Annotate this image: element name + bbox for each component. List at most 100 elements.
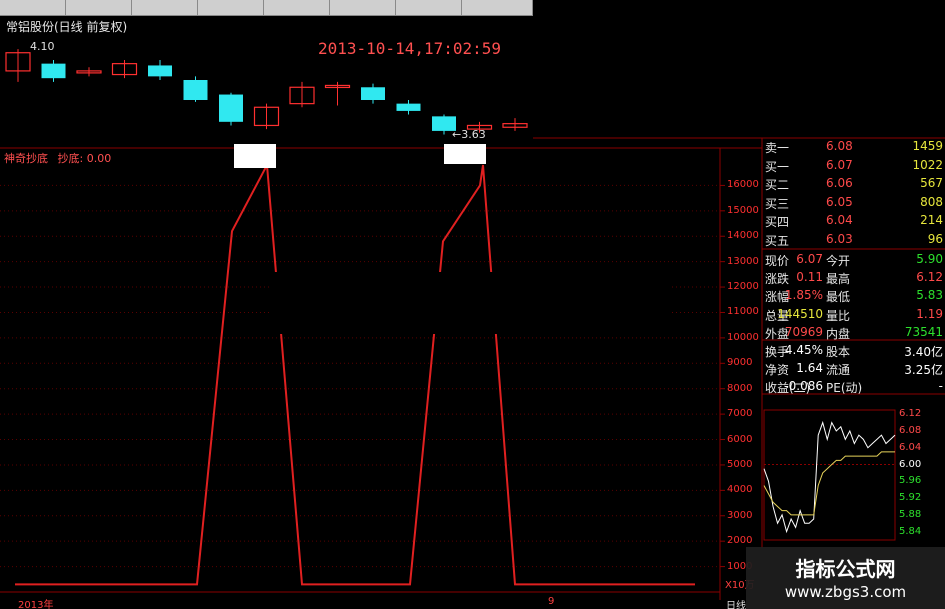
stat-value: 1.19: [916, 306, 943, 321]
stat-value: -: [938, 379, 943, 394]
stat-value: 1.85%: [784, 288, 823, 303]
stat-label: 流通: [826, 363, 851, 378]
quote-stat-row: 净资 1.64 流通 3.25亿: [762, 360, 945, 378]
y-tick-label: 13000: [727, 255, 759, 267]
y-tick-label: 8000: [727, 382, 753, 394]
quote-stat-row: 涨幅 1.85% 最低 5.83: [762, 287, 945, 305]
watermark: 指标公式网 www.zbgs3.com: [746, 547, 945, 609]
stat-value: 144510: [777, 306, 823, 321]
stat-value: 6.12: [916, 270, 943, 285]
y-tick-label: 16000: [727, 179, 759, 191]
watermark-title: 指标公式网: [795, 557, 896, 581]
candle-body-down: [361, 87, 385, 100]
order-volume: 808: [920, 194, 943, 209]
stat-label: 量比: [826, 308, 851, 323]
y-tick-label: 14000: [727, 230, 759, 242]
order-level-label: 买一: [765, 159, 790, 174]
y-tick-label: 15000: [727, 204, 759, 216]
daily-tab[interactable]: 日线: [726, 597, 746, 609]
stat-value: 3.40亿: [904, 345, 943, 359]
order-price: 6.05: [826, 194, 853, 209]
stat-label: 今开: [826, 254, 851, 268]
signal-marker-box: [444, 144, 486, 164]
stat-value: 70969: [784, 324, 823, 339]
intraday-average-line: [763, 451, 895, 516]
candle-body-down: [183, 80, 208, 100]
stat-value: 73541: [904, 324, 943, 339]
quote-stat-row: 换手 4.45% 股本 3.40亿: [762, 342, 945, 360]
order-book-row: 买五 6.03 96: [762, 231, 945, 249]
intraday-tick-label: 5.84: [899, 525, 922, 537]
stat-value: 5.90: [916, 252, 943, 266]
candle-body-down: [41, 63, 66, 79]
signal-marker-box: [234, 144, 276, 168]
x-axis-month-tick: 9: [548, 596, 555, 607]
order-level-label: 买三: [765, 196, 790, 211]
y-tick-label: 9000: [727, 357, 753, 369]
indicator-value: 抄底: 0.00: [57, 152, 112, 165]
stat-label: 最高: [826, 272, 851, 287]
order-volume: 96: [927, 231, 943, 246]
y-tick-label: 2000: [727, 535, 753, 547]
order-price: 6.04: [826, 213, 853, 227]
stat-label: 现价: [765, 254, 790, 268]
watermark-url: www.zbgs3.com: [784, 583, 907, 601]
overlay-box: [272, 272, 672, 334]
stat-value: 4.45%: [784, 343, 823, 357]
stat-value: 0.11: [796, 270, 823, 285]
indicator-name: 神奇抄底: [4, 152, 48, 165]
order-level-label: 买五: [765, 233, 790, 248]
stat-value: 1.64: [796, 361, 823, 376]
quote-stat-row: 收益(二) -0.086 PE(动) -: [762, 378, 945, 396]
order-volume: 567: [920, 176, 943, 190]
y-tick-label: 6000: [727, 433, 753, 445]
y-tick-label: 10000: [727, 331, 759, 343]
low-price-marker: ←3.63: [452, 128, 486, 141]
order-price: 6.03: [826, 231, 853, 246]
stat-label: 内盘: [826, 326, 851, 341]
stat-label: 股本: [826, 345, 851, 359]
x-axis-year-label: 2013年: [18, 600, 54, 609]
quote-stat-row: 总量 144510 量比 1.19: [762, 306, 945, 324]
candle-body-down: [396, 103, 421, 111]
intraday-tick-label: 6.00: [899, 458, 922, 470]
intraday-tick-label: 6.12: [899, 408, 922, 420]
order-price: 6.08: [826, 139, 853, 153]
stat-label: PE(动): [826, 381, 863, 396]
quote-stat-row: 涨跌 0.11 最高 6.12: [762, 269, 945, 287]
intraday-tick-label: 6.08: [899, 424, 922, 436]
order-book-row: 买二 6.06 567: [762, 175, 945, 193]
stat-label: 涨跌: [765, 272, 790, 287]
y-tick-label: 5000: [727, 458, 753, 470]
order-volume: 214: [920, 213, 943, 227]
order-volume: 1022: [912, 157, 943, 172]
order-level-label: 买二: [765, 178, 790, 192]
intraday-tick-label: 6.04: [899, 441, 922, 453]
intraday-price-line: [763, 420, 896, 534]
quote-stat-row: 外盘 70969 内盘 73541: [762, 324, 945, 342]
stat-value: 6.07: [796, 252, 823, 266]
indicator-label[interactable]: 神奇抄底 抄底: 0.00: [4, 150, 111, 166]
stat-label: 净资: [765, 363, 790, 378]
order-volume: 1459: [912, 139, 943, 153]
candle-body-down: [219, 94, 243, 122]
order-book-row: 买一 6.07 1022: [762, 157, 945, 175]
order-price: 6.06: [826, 176, 853, 190]
stat-label: 最低: [826, 290, 851, 305]
y-tick-label: 12000: [727, 281, 759, 293]
stat-value: 3.25亿: [904, 363, 943, 378]
quote-stat-row: 现价 6.07 今开 5.90: [762, 251, 945, 269]
chart-title: 常铝股份(日线 前复权): [6, 20, 128, 34]
y-tick-label: 7000: [727, 408, 753, 420]
order-book-row: 卖一 6.08 1459: [762, 138, 945, 156]
stat-value: -0.086: [784, 379, 823, 394]
y-tick-label: 3000: [727, 509, 753, 521]
intraday-tick-label: 5.92: [899, 492, 922, 504]
stock-chart-window: 常铝股份(日线 前复权) 4.10 2013-10-14,17:02:59 ←3…: [0, 0, 945, 609]
datetime-stamp: 2013-10-14,17:02:59: [318, 39, 502, 58]
y-tick-label: 11000: [727, 306, 759, 318]
intraday-tick-label: 5.88: [899, 508, 922, 520]
order-price: 6.07: [826, 157, 853, 172]
order-book-row: 买四 6.04 214: [762, 212, 945, 230]
indicator-series-line: [15, 161, 695, 586]
